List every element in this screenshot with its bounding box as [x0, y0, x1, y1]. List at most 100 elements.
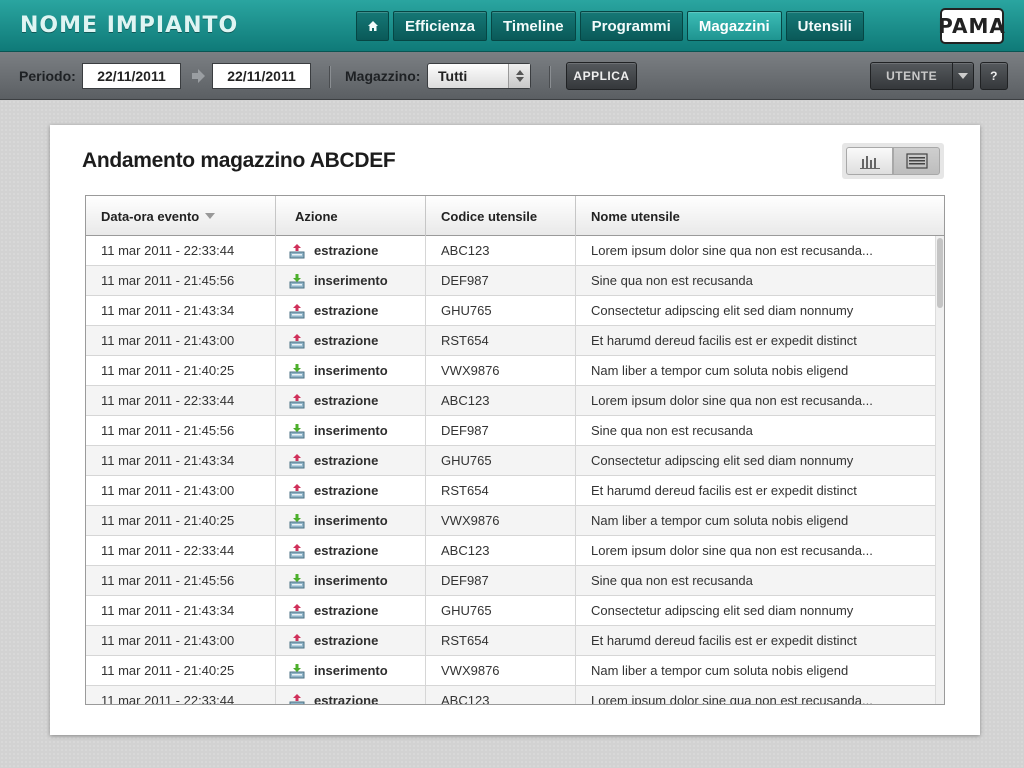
cell-name: Sine qua non est recusanda: [591, 423, 753, 438]
extract-icon: [289, 453, 314, 469]
cell-datetime: 11 mar 2011 - 21:45:56: [86, 266, 276, 295]
nav-tab-programmi[interactable]: Programmi: [579, 11, 683, 41]
user-menu-button[interactable]: UTENTE: [870, 62, 974, 90]
action-label: inserimento: [314, 363, 388, 378]
nav-tab-utensili[interactable]: Utensili: [785, 11, 864, 41]
warehouse-panel: Andamento magazzino ABCDEF Data-ora even: [50, 125, 980, 735]
cell-code: GHU765: [426, 446, 576, 475]
cell-action: inserimento: [276, 356, 426, 385]
action-label: inserimento: [314, 273, 388, 288]
cell-action: estrazione: [276, 296, 426, 325]
cell-action: estrazione: [276, 686, 426, 705]
cell-datetime: 11 mar 2011 - 21:43:00: [86, 626, 276, 655]
list-icon: [905, 153, 928, 169]
nav-home-button[interactable]: [356, 11, 389, 41]
help-button[interactable]: ?: [980, 62, 1008, 90]
view-toggle: [842, 143, 944, 179]
cell-datetime: 11 mar 2011 - 22:33:44: [86, 686, 276, 704]
brand-logo: PAMA: [938, 8, 1005, 44]
scrollbar-thumb[interactable]: [937, 238, 943, 308]
action-label: inserimento: [314, 663, 388, 678]
cell-datetime: 11 mar 2011 - 21:45:56: [86, 416, 276, 445]
cell-name: Nam liber a tempor cum soluta nobis elig…: [591, 513, 849, 528]
cell-name: Lorem ipsum dolor sine qua non est recus…: [591, 393, 873, 408]
apply-button[interactable]: APPLICA: [566, 62, 637, 90]
cell-datetime: 11 mar 2011 - 21:43:00: [86, 326, 276, 355]
action-label: estrazione: [314, 333, 379, 348]
chart-view-button[interactable]: [846, 147, 893, 175]
cell-datetime: 11 mar 2011 - 21:43:34: [86, 446, 276, 475]
table-row[interactable]: 11 mar 2011 - 21:45:56 inserimento DEF987 S…: [86, 566, 935, 596]
cell-code: GHU765: [426, 296, 576, 325]
table-row[interactable]: 11 mar 2011 - 22:33:44 estrazione ABC123 Lo…: [86, 236, 935, 266]
cell-action: estrazione: [276, 386, 426, 415]
cell-action: estrazione: [276, 596, 426, 625]
list-view-button[interactable]: [893, 147, 940, 175]
cell-datetime: 11 mar 2011 - 22:33:44: [86, 536, 276, 565]
nav-tab-magazzini[interactable]: Magazzini: [686, 11, 782, 41]
table-row[interactable]: 11 mar 2011 - 21:43:34 estrazione GHU765 Co…: [86, 296, 935, 326]
action-label: estrazione: [314, 633, 379, 648]
table-row[interactable]: 11 mar 2011 - 21:45:56 inserimento DEF987 S…: [86, 416, 935, 446]
cell-datetime: 11 mar 2011 - 22:33:44: [86, 236, 276, 265]
table-row[interactable]: 11 mar 2011 - 21:43:00 estrazione RST654 Et…: [86, 626, 935, 656]
cell-code: RST654: [426, 326, 576, 355]
insert-icon: [289, 363, 314, 379]
table-body: 11 mar 2011 - 22:33:44 estrazione ABC123 Lo…: [86, 236, 935, 705]
cell-name: Et harumd dereud facilis est er expedit …: [591, 483, 857, 498]
table-row[interactable]: 11 mar 2011 - 21:40:25 inserimento VWX9876…: [86, 506, 935, 536]
cell-name: Consectetur adipscing elit sed diam nonn…: [591, 453, 854, 468]
cell-name: Lorem ipsum dolor sine qua non est recus…: [591, 243, 873, 258]
cell-code: ABC123: [426, 686, 576, 704]
insert-icon: [289, 273, 314, 289]
warehouse-select[interactable]: Tutti: [427, 63, 531, 89]
table-row[interactable]: 11 mar 2011 - 21:45:56 inserimento DEF987 S…: [86, 266, 935, 296]
cell-code: RST654: [426, 476, 576, 505]
cell-name: Consectetur adipscing elit sed diam nonn…: [591, 303, 854, 318]
column-header-code[interactable]: Codice utensile: [426, 196, 576, 236]
cell-datetime: 11 mar 2011 - 22:33:44: [86, 386, 276, 415]
nav-tab-efficienza[interactable]: Efficienza: [393, 11, 488, 41]
insert-icon: [289, 423, 314, 439]
table-row[interactable]: 11 mar 2011 - 21:43:34 estrazione GHU765 Co…: [86, 446, 935, 476]
table-row[interactable]: 11 mar 2011 - 21:43:34 estrazione GHU765 Co…: [86, 596, 935, 626]
cell-code: GHU765: [426, 596, 576, 625]
table-row[interactable]: 11 mar 2011 - 22:33:44 estrazione ABC123 Lo…: [86, 386, 935, 416]
date-to-field[interactable]: 22/11/2011: [212, 63, 311, 89]
table-row[interactable]: 11 mar 2011 - 21:43:00 estrazione RST654 Et…: [86, 326, 935, 356]
cell-code: DEF987: [426, 416, 576, 445]
cell-action: estrazione: [276, 236, 426, 265]
table-row[interactable]: 11 mar 2011 - 21:40:25 inserimento VWX9876…: [86, 356, 935, 386]
cell-action: estrazione: [276, 326, 426, 355]
extract-icon: [289, 693, 314, 704]
cell-action: estrazione: [276, 536, 426, 565]
column-header-datetime[interactable]: Data-ora evento: [86, 196, 276, 236]
table-row[interactable]: 11 mar 2011 - 22:33:44 estrazione ABC123 Lo…: [86, 536, 935, 566]
insert-icon: [289, 513, 314, 529]
cell-code: VWX9876: [426, 356, 576, 385]
column-header-action[interactable]: Azione: [276, 196, 426, 236]
arrow-right-icon: [192, 69, 205, 83]
date-from-field[interactable]: 22/11/2011: [82, 63, 181, 89]
user-label: UTENTE: [886, 69, 938, 83]
cell-name: Nam liber a tempor cum soluta nobis elig…: [591, 663, 849, 678]
column-header-name[interactable]: Nome utensile: [576, 196, 944, 236]
filter-bar: Periodo: 22/11/2011 22/11/2011 Magazzino…: [0, 52, 1024, 100]
table-scrollbar[interactable]: [935, 236, 944, 704]
cell-action: estrazione: [276, 446, 426, 475]
home-icon: [367, 21, 378, 31]
top-bar: NOME IMPIANTO Efficienza Timeline Progra…: [0, 0, 1024, 52]
action-label: inserimento: [314, 573, 388, 588]
cell-action: inserimento: [276, 566, 426, 595]
table-row[interactable]: 11 mar 2011 - 22:33:44 estrazione ABC123 Lo…: [86, 686, 935, 705]
action-label: estrazione: [314, 693, 379, 705]
cell-name: Sine qua non est recusanda: [591, 273, 753, 288]
table-row[interactable]: 11 mar 2011 - 21:43:00 estrazione RST654 Et…: [86, 476, 935, 506]
cell-name: Nam liber a tempor cum soluta nobis elig…: [591, 363, 849, 378]
action-label: estrazione: [314, 243, 379, 258]
main-nav: Efficienza Timeline Programmi Magazzini …: [356, 11, 864, 41]
cell-name: Lorem ipsum dolor sine qua non est recus…: [591, 693, 873, 705]
action-label: estrazione: [314, 453, 379, 468]
table-row[interactable]: 11 mar 2011 - 21:40:25 inserimento VWX9876…: [86, 656, 935, 686]
nav-tab-timeline[interactable]: Timeline: [491, 11, 576, 41]
